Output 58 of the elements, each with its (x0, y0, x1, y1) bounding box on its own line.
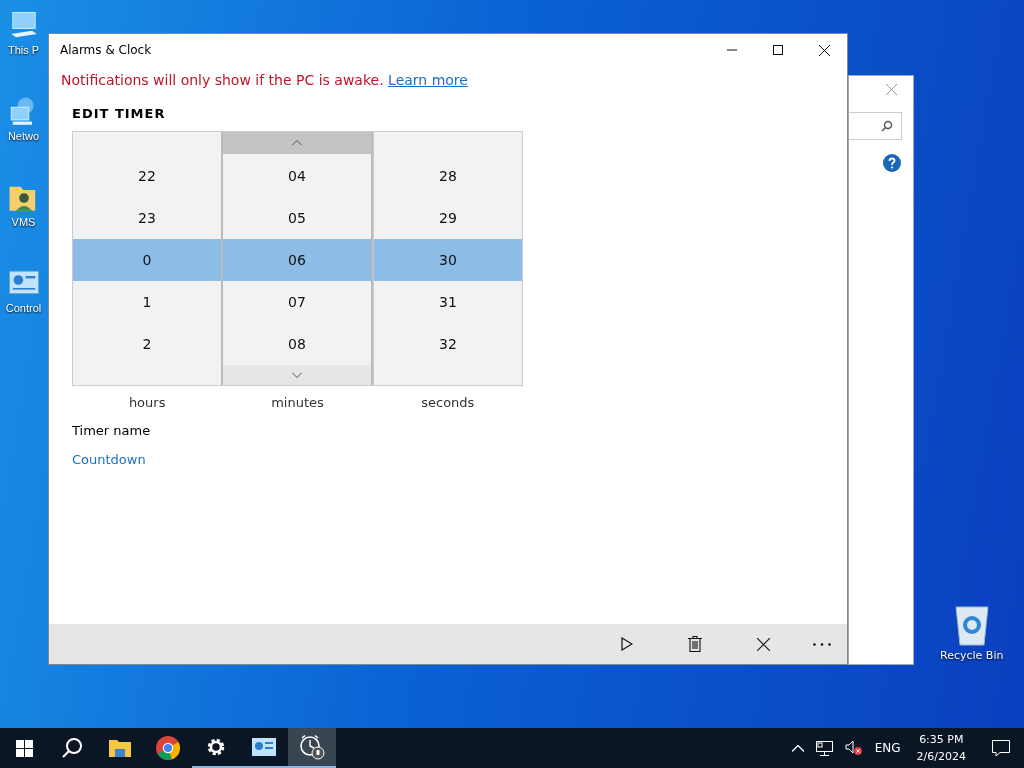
browser-icon (156, 736, 180, 760)
picker-item[interactable]: 31 (374, 281, 522, 323)
picker-item[interactable]: 22 (73, 155, 221, 197)
picker-item[interactable]: 1 (73, 281, 221, 323)
picker-item[interactable]: 30 (374, 239, 522, 281)
play-icon (621, 637, 633, 651)
chevron-up-icon (292, 140, 302, 146)
gear-icon (206, 737, 226, 757)
more-icon (813, 642, 831, 646)
taskbar-app-button[interactable] (288, 728, 336, 768)
desktop-icon-label[interactable]: Recycle Bin (940, 649, 1004, 662)
language-indicator[interactable]: ENG (874, 741, 901, 755)
picker-column[interactable]: 04 05 06 07 08 (221, 132, 373, 385)
desktop-icon-label[interactable]: VMS (11, 216, 36, 228)
search-icon (881, 120, 893, 132)
trash-icon (688, 636, 702, 652)
search-field[interactable] (849, 112, 902, 140)
desktop-icon-label[interactable]: This P (7, 44, 40, 56)
picker-item[interactable]: 05 (223, 197, 371, 239)
column-label: seconds (420, 395, 476, 410)
desktop-icon-label[interactable]: Control (5, 302, 42, 314)
alarm-clock-icon (299, 734, 325, 760)
chevron-down-icon (292, 372, 302, 378)
picker-item[interactable]: 06 (223, 239, 371, 281)
picker-column[interactable]: 28 29 30 31 32 (373, 132, 522, 385)
picker-item[interactable]: 23 (73, 197, 221, 239)
picker-item[interactable]: 04 (223, 155, 371, 197)
picker-column[interactable]: 22 23 0 1 2 (73, 132, 221, 385)
field-label: Timer name (72, 423, 152, 438)
learn-more-link[interactable]: Learn more (388, 72, 468, 88)
folder-icon (109, 739, 131, 757)
clock-date[interactable]: 2/6/2024 (916, 748, 966, 765)
picker-item[interactable]: 2 (73, 323, 221, 365)
picker-item[interactable]: 0 (73, 239, 221, 281)
maximize-icon[interactable] (773, 45, 783, 55)
windows-logo-icon (15, 739, 33, 757)
desktop-icon-label[interactable]: Netwo (7, 130, 40, 142)
notification-warning: Notifications will only show if the PC is awake. Learn more (61, 72, 469, 88)
section-heading: EDIT TIMER (72, 106, 167, 121)
network-icon[interactable] (815, 740, 833, 756)
notification-icon[interactable] (992, 739, 1010, 757)
control-panel-icon (252, 738, 276, 756)
close-icon (756, 637, 770, 651)
search-icon (61, 737, 83, 759)
help-icon[interactable] (883, 154, 901, 172)
picker-item[interactable]: 28 (374, 155, 522, 197)
picker-item[interactable]: 29 (374, 197, 522, 239)
clock-time[interactable]: 6:35 PM (919, 731, 964, 748)
picker-item[interactable]: 08 (223, 323, 371, 365)
muted-speaker-icon[interactable] (844, 740, 863, 756)
column-label: hours (127, 395, 167, 410)
picker-item[interactable]: 07 (223, 281, 371, 323)
chevron-up-icon[interactable] (791, 744, 804, 752)
column-label: minutes (270, 395, 325, 410)
close-icon[interactable] (819, 44, 830, 56)
timer-name-field[interactable]: Countdown (72, 452, 146, 467)
picker-item[interactable]: 32 (374, 323, 522, 365)
window-title: Alarms & Clock (60, 43, 152, 57)
